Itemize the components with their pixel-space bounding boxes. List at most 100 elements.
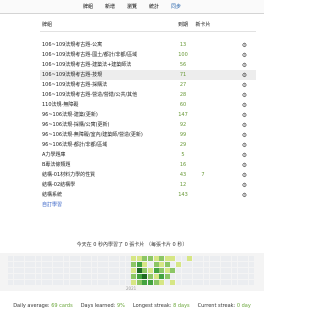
heatmap-cell [159,274,165,279]
deck-name[interactable]: 110法規-無障礙 [42,100,78,110]
heatmap-cell [97,280,103,285]
deck-row[interactable]: 106~109法規考古題-建築法+建築師法 56 ⚙ [40,60,256,70]
heatmap-cell [64,256,69,261]
deck-name[interactable]: 96~106法規-無障礙/室內/建築師/營造(更新) [42,130,143,140]
heatmap-cell [226,268,232,273]
gear-icon[interactable]: ⚙ [241,122,248,129]
deck-row[interactable]: B專法條類題 16 ⚙ [40,160,256,170]
days-learned-value: 9% [116,303,125,309]
gear-icon[interactable]: ⚙ [241,132,248,139]
heatmap-cell [204,256,209,261]
heatmap-cell [92,274,97,279]
tab-decks[interactable]: 牌組 [83,3,93,10]
gear-icon[interactable]: ⚙ [241,112,248,119]
heatmap-cell [69,262,75,267]
heatmap-cell [13,262,19,267]
deck-row[interactable]: 106~109法規考古題-營造/營繕/公共/其他 28 ⚙ [40,90,256,100]
heatmap-cell [64,280,69,285]
heatmap-cell [41,262,47,267]
heatmap-cell [243,280,249,285]
heatmap-cell [131,262,137,267]
heatmap-cell [226,262,232,267]
heatmap-cell [237,256,243,261]
heatmap-cell [248,268,254,273]
longest-streak-stat: Longest streak: 8 days [133,303,190,309]
gear-icon[interactable]: ⚙ [241,82,248,89]
gear-icon[interactable]: ⚙ [241,162,248,169]
heatmap-cell [41,274,47,279]
heatmap-cell [41,280,47,285]
deck-name[interactable]: 96~106法規-採購/公寓(更新) [42,120,110,130]
heatmap-cell [69,256,75,261]
heatmap-cell [198,268,204,273]
deck-name[interactable]: 106~109法規考古題-公寓 [42,40,102,50]
deck-name[interactable]: B專法條類題 [42,160,70,170]
tab-add[interactable]: 新增 [105,3,115,10]
deck-due-count: 29 [179,142,187,148]
heatmap-cell [243,268,249,273]
deck-name[interactable]: 106~109法規考古題-營造/營繕/公共/其他 [42,90,137,100]
heatmap-cell [75,262,81,267]
heatmap-cell [58,280,64,285]
tab-sync[interactable]: 同步 [171,3,181,10]
gear-icon[interactable]: ⚙ [241,152,248,159]
deck-row[interactable]: 110法規-無障礙 60 ⚙ [40,100,256,110]
deck-name[interactable]: 96~106法規-建築(更新) [42,110,98,120]
deck-row[interactable]: 96~106法規-建築(更新) 147 ⚙ [40,110,256,120]
deck-due-count: 71 [179,72,187,78]
heatmap-cell [86,274,92,279]
deck-name[interactable]: 結構-02結構學 [42,180,75,190]
deck-row[interactable]: 106~109法規考古題-公寓 13 ⚙ [40,40,256,50]
heatmap-cell [41,256,47,261]
deck-name[interactable]: 106~109法規考古題-建築法+建築師法 [42,60,131,70]
heatmap-cell [148,256,153,261]
deck-name[interactable]: 106~109法規考古題-採購法 [42,80,107,90]
deck-row[interactable]: 96~106法規-都計/非都/區域 29 ⚙ [40,140,256,150]
heatmap-cell [170,274,176,279]
gear-icon[interactable]: ⚙ [241,92,248,99]
heatmap-cell [19,268,25,273]
deck-row[interactable]: 106~109法規考古題-技規 71 ⚙ [40,70,256,80]
heatmap-cell [164,262,170,267]
heatmap-cell [19,256,25,261]
deck-row[interactable]: 結構系統 143 ⚙ [40,190,256,200]
heatmap-cell [52,256,58,261]
deck-row[interactable]: 96~106法規-無障礙/室內/建築師/營造(更新) 99 ⚙ [40,130,256,140]
deck-row[interactable]: 106~109法規考古題-採購法 27 ⚙ [40,80,256,90]
deck-name[interactable]: A力學題庫 [42,150,65,160]
gear-icon[interactable]: ⚙ [241,52,248,59]
deck-row[interactable]: 96~106法規-採購/公寓(更新) 92 ⚙ [40,120,256,130]
heatmap-cell [13,280,19,285]
deck-row[interactable]: 106~109法規考古題-國土/都計/非都/區域 100 ⚙ [40,50,256,60]
deck-row[interactable]: 結構-01材料力學的性質 43 7 ⚙ [40,170,256,180]
deck-row[interactable]: 結構-02結構學 12 ⚙ [40,180,256,190]
tab-stats[interactable]: 統計 [149,3,159,10]
gear-icon[interactable]: ⚙ [241,102,248,109]
stats-summary: Daily average: 69 cards Days learned: 9%… [0,301,264,311]
deck-name[interactable]: 106~109法規考古題-國土/都計/非都/區域 [42,50,137,60]
heatmap-cell [108,268,114,273]
gear-icon[interactable]: ⚙ [241,62,248,69]
heatmap-cell [142,274,148,279]
gear-icon[interactable]: ⚙ [241,182,248,189]
deck-row[interactable]: A力學題庫 5 ⚙ [40,150,256,160]
gear-icon[interactable]: ⚙ [241,42,248,49]
deck-due-count: 143 [178,192,188,198]
deck-name[interactable]: 106~109法規考古題-技規 [42,70,102,80]
deck-name[interactable]: 96~106法規-都計/非都/區域 [42,140,107,150]
longest-streak-label: Longest streak: [132,303,172,309]
gear-icon[interactable]: ⚙ [241,192,248,199]
deck-name[interactable]: 結構-01材料力學的性質 [42,170,95,180]
custom-study-link[interactable]: 自訂學習 [42,200,62,210]
tab-browse[interactable]: 瀏覽 [127,3,137,10]
gear-icon[interactable]: ⚙ [241,142,248,149]
heatmap-cell [181,256,187,261]
heatmap-cell [220,280,226,285]
deck-name[interactable]: 結構系統 [42,190,62,200]
heatmap-cell [47,280,53,285]
heatmap-cell [125,256,131,261]
gear-icon[interactable]: ⚙ [241,72,248,79]
heatmap-cell [198,274,204,279]
deck-row[interactable]: 自訂學習 [40,200,256,210]
gear-icon[interactable]: ⚙ [241,172,248,179]
